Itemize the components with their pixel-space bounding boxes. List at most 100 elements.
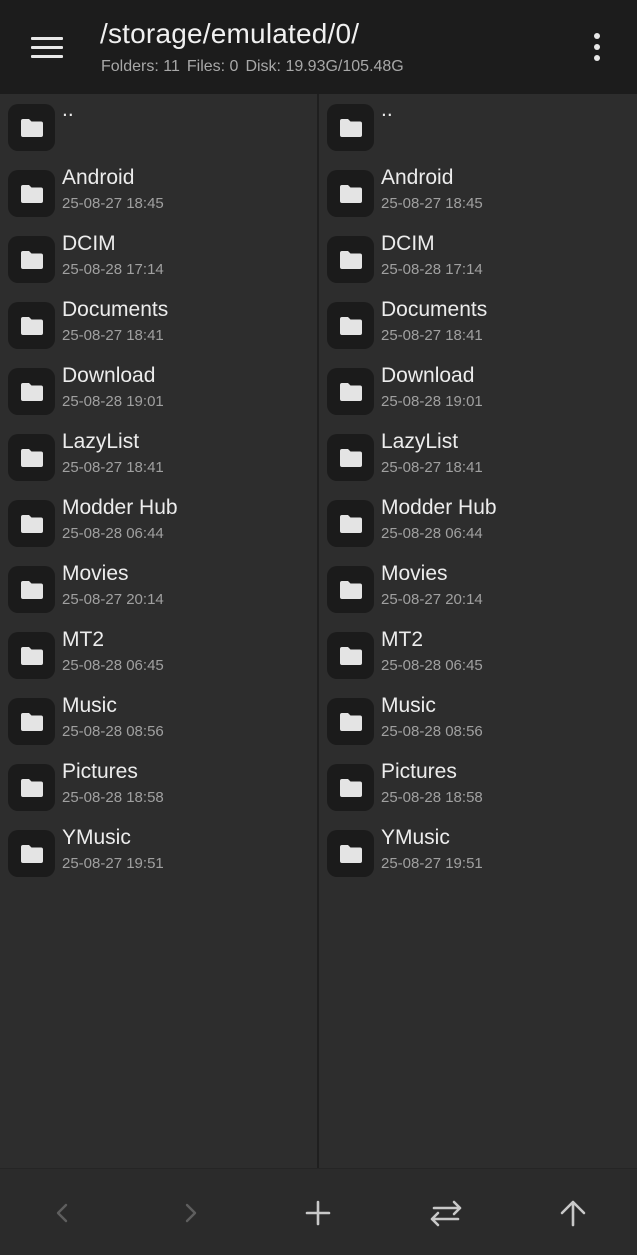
folder-row[interactable]: Android 25-08-27 18:45 — [0, 160, 317, 226]
folder-name: MT2 — [381, 628, 423, 651]
folder-icon — [8, 764, 55, 811]
folder-icon — [8, 698, 55, 745]
folder-icon — [8, 104, 55, 151]
folder-icon — [8, 632, 55, 679]
folder-row[interactable]: Movies 25-08-27 20:14 — [0, 556, 317, 622]
folder-name: Documents — [381, 298, 488, 321]
folder-modified-date: 25-08-27 18:45 — [62, 195, 164, 212]
folder-row[interactable]: MT2 25-08-28 06:45 — [319, 622, 637, 688]
folder-icon — [327, 434, 374, 481]
top-toolbar: /storage/emulated/0/ Folders: 11 Files: 0… — [0, 0, 637, 94]
folder-icon — [327, 698, 374, 745]
chevron-right-icon[interactable] — [168, 1191, 212, 1235]
folder-row[interactable]: LazyList 25-08-27 18:41 — [319, 424, 637, 490]
folder-icon — [8, 236, 55, 283]
plus-icon[interactable] — [296, 1191, 340, 1235]
folder-modified-date: 25-08-27 18:45 — [381, 195, 483, 212]
folder-row[interactable]: Movies 25-08-27 20:14 — [319, 556, 637, 622]
folder-icon — [8, 434, 55, 481]
parent-directory-row[interactable]: .. — [0, 94, 317, 160]
folder-modified-date: 25-08-28 06:44 — [381, 525, 483, 542]
folder-name: Music — [381, 694, 436, 717]
folder-icon — [327, 368, 374, 415]
folder-name: Documents — [62, 298, 169, 321]
folder-modified-date: 25-08-28 06:45 — [381, 657, 483, 674]
folder-icon — [327, 764, 374, 811]
folder-modified-date: 25-08-28 18:58 — [381, 789, 483, 806]
folder-name: LazyList — [62, 430, 140, 453]
swap-panes-icon[interactable] — [424, 1191, 468, 1235]
folder-row[interactable]: DCIM 25-08-28 17:14 — [319, 226, 637, 292]
folder-modified-date: 25-08-28 06:44 — [62, 525, 164, 542]
folder-modified-date: 25-08-28 17:14 — [381, 261, 483, 278]
folder-modified-date: 25-08-27 18:41 — [381, 459, 483, 476]
chevron-left-icon[interactable] — [41, 1191, 85, 1235]
folder-row[interactable]: YMusic 25-08-27 19:51 — [0, 820, 317, 886]
folder-row[interactable]: Documents 25-08-27 18:41 — [319, 292, 637, 358]
folder-icon — [8, 566, 55, 613]
folder-modified-date: 25-08-28 08:56 — [381, 723, 483, 740]
hamburger-menu-icon[interactable] — [22, 28, 72, 66]
folder-name: Modder Hub — [381, 496, 497, 519]
folder-icon — [327, 566, 374, 613]
folder-row[interactable]: Modder Hub 25-08-28 06:44 — [0, 490, 317, 556]
folder-name: YMusic — [381, 826, 450, 849]
folder-modified-date: 25-08-27 18:41 — [62, 327, 164, 344]
folder-icon — [8, 170, 55, 217]
folder-icon — [327, 236, 374, 283]
disk-usage: Disk: 19.93G/105.48G — [245, 58, 404, 75]
folder-icon — [8, 500, 55, 547]
folder-row[interactable]: Pictures 25-08-28 18:58 — [319, 754, 637, 820]
folder-name: Download — [62, 364, 156, 387]
folder-icon — [327, 830, 374, 877]
folder-modified-date: 25-08-27 20:14 — [62, 591, 164, 608]
folder-icon — [327, 302, 374, 349]
folder-name: YMusic — [62, 826, 131, 849]
parent-directory-label: .. — [381, 98, 393, 121]
folder-modified-date: 25-08-27 18:41 — [381, 327, 483, 344]
folders-count: Folders: 11 — [101, 58, 180, 75]
parent-directory-row[interactable]: .. — [319, 94, 637, 160]
folder-row[interactable]: Documents 25-08-27 18:41 — [0, 292, 317, 358]
folder-icon — [8, 302, 55, 349]
folder-name: MT2 — [62, 628, 104, 651]
folder-modified-date: 25-08-27 19:51 — [62, 855, 164, 872]
folder-name: Music — [62, 694, 117, 717]
parent-directory-label: .. — [62, 98, 74, 121]
folder-row[interactable]: MT2 25-08-28 06:45 — [0, 622, 317, 688]
folder-name: Modder Hub — [62, 496, 178, 519]
folder-modified-date: 25-08-28 17:14 — [62, 261, 164, 278]
folder-row[interactable]: LazyList 25-08-27 18:41 — [0, 424, 317, 490]
folder-row[interactable]: Music 25-08-28 08:56 — [0, 688, 317, 754]
folder-modified-date: 25-08-27 20:14 — [381, 591, 483, 608]
folder-name: Pictures — [62, 760, 138, 783]
folder-row[interactable]: Music 25-08-28 08:56 — [319, 688, 637, 754]
folder-row[interactable]: DCIM 25-08-28 17:14 — [0, 226, 317, 292]
folder-row[interactable]: Download 25-08-28 19:01 — [319, 358, 637, 424]
folder-name: Movies — [62, 562, 129, 585]
folder-row[interactable]: Android 25-08-27 18:45 — [319, 160, 637, 226]
folder-icon — [327, 632, 374, 679]
left-file-pane[interactable]: .. Android 25-08-27 18:45 DCIM 25-08-28 17:… — [0, 94, 317, 1168]
folder-name: DCIM — [62, 232, 116, 255]
folder-modified-date: 25-08-27 18:41 — [62, 459, 164, 476]
folder-icon — [327, 500, 374, 547]
arrow-up-icon[interactable] — [551, 1191, 595, 1235]
current-path-title: /storage/emulated/0/ — [100, 18, 360, 49]
folder-modified-date: 25-08-28 08:56 — [62, 723, 164, 740]
folder-modified-date: 25-08-28 18:58 — [62, 789, 164, 806]
right-file-pane[interactable]: .. Android 25-08-27 18:45 DCIM 25-08-28 17:… — [319, 94, 637, 1168]
folder-row[interactable]: YMusic 25-08-27 19:51 — [319, 820, 637, 886]
folder-name: Android — [381, 166, 454, 189]
more-vertical-icon[interactable] — [580, 28, 614, 66]
folder-row[interactable]: Pictures 25-08-28 18:58 — [0, 754, 317, 820]
folder-modified-date: 25-08-28 06:45 — [62, 657, 164, 674]
folder-name: Download — [381, 364, 475, 387]
storage-stats: Folders: 11 Files: 0 Disk: 19.93G/105.48G — [101, 58, 411, 76]
folder-name: Movies — [381, 562, 448, 585]
folder-icon — [8, 830, 55, 877]
folder-modified-date: 25-08-28 19:01 — [62, 393, 164, 410]
folder-row[interactable]: Download 25-08-28 19:01 — [0, 358, 317, 424]
folder-row[interactable]: Modder Hub 25-08-28 06:44 — [319, 490, 637, 556]
files-count: Files: 0 — [186, 58, 239, 75]
